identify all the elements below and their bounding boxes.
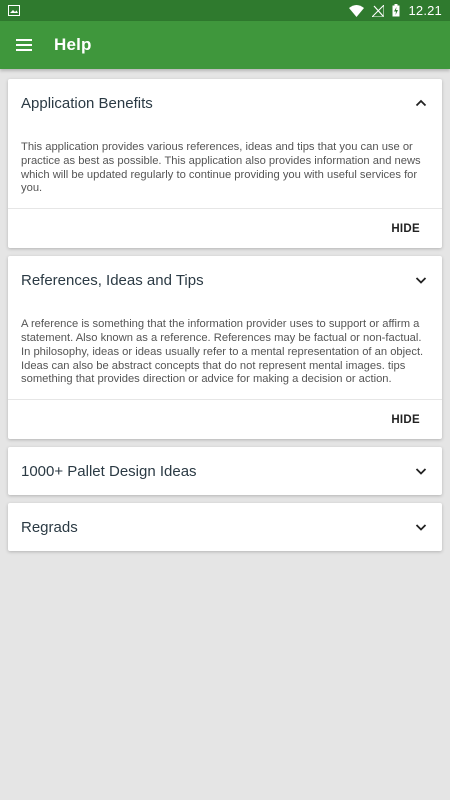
wifi-icon (349, 4, 365, 17)
hide-button[interactable]: HIDE (391, 223, 420, 235)
menu-icon[interactable] (16, 35, 36, 55)
section-header[interactable]: Application Benefits (8, 79, 442, 127)
section-title: References, Ideas and Tips (21, 271, 204, 289)
section-regrads: Regrads (8, 503, 442, 552)
hide-button[interactable]: HIDE (391, 414, 420, 426)
status-bar: 12.21 (0, 0, 450, 21)
section-body: This application provides various refere… (21, 141, 421, 195)
section-application-benefits: Application Benefits This application pr… (8, 79, 442, 249)
chevron-down-icon[interactable] (414, 520, 428, 534)
section-header[interactable]: Regrads (8, 503, 442, 551)
section-title: Application Benefits (21, 94, 153, 112)
chevron-down-icon[interactable] (414, 273, 428, 287)
chevron-up-icon[interactable] (414, 96, 428, 110)
page-title: Help (54, 35, 92, 54)
section-title: 1000+ Pallet Design Ideas (21, 462, 197, 480)
section-header[interactable]: References, Ideas and Tips (8, 256, 442, 304)
sections-list: Application Benefits This application pr… (0, 69, 450, 569)
section-header[interactable]: 1000+ Pallet Design Ideas (8, 447, 442, 495)
section-references-ideas-tips: References, Ideas and Tips A reference i… (8, 256, 442, 440)
app-bar: Help (0, 21, 450, 69)
section-footer: HIDE (8, 208, 442, 248)
no-signal-icon (372, 4, 385, 17)
section-title: Regrads (21, 518, 78, 536)
gallery-notification-icon (8, 5, 20, 16)
chevron-down-icon[interactable] (414, 464, 428, 478)
section-body: A reference is something that the inform… (21, 318, 424, 386)
section-footer: HIDE (8, 399, 442, 439)
section-pallet-design-ideas: 1000+ Pallet Design Ideas (8, 447, 442, 496)
status-time: 12.21 (408, 3, 442, 18)
battery-charging-icon (392, 4, 400, 17)
